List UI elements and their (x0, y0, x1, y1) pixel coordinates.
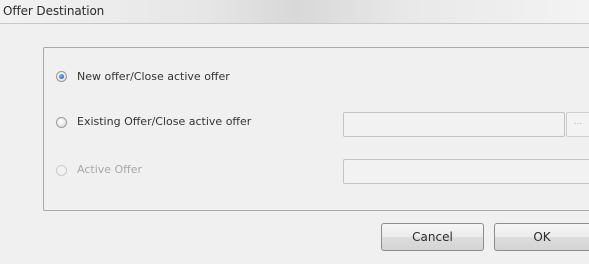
new-offer-radio[interactable] (56, 71, 67, 82)
existing-offer-label[interactable]: Existing Offer/Close active offer (77, 115, 251, 128)
title-bar[interactable]: Offer Destination (0, 0, 589, 24)
browse-button[interactable]: ... (566, 112, 589, 137)
ok-button[interactable]: OK (494, 223, 589, 251)
active-offer-label: Active Offer (77, 163, 143, 176)
dialog-title: Offer Destination (3, 4, 105, 18)
cancel-button[interactable]: Cancel (381, 223, 484, 251)
active-offer-field (343, 159, 589, 184)
offer-destination-dialog: Offer Destination New offer/Close active… (0, 0, 589, 264)
existing-offer-radio[interactable] (56, 117, 67, 128)
active-offer-radio[interactable] (56, 165, 67, 176)
existing-offer-field[interactable] (343, 112, 565, 137)
new-offer-label[interactable]: New offer/Close active offer (77, 70, 230, 83)
